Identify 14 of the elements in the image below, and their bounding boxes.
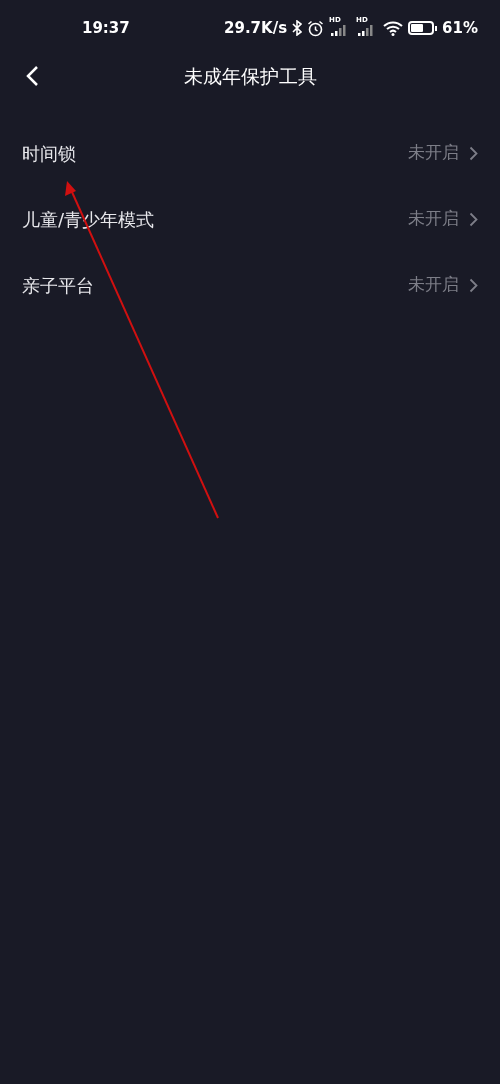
wifi-icon	[383, 20, 404, 36]
battery-icon	[408, 21, 438, 35]
network-speed: 29.7K/s	[224, 17, 288, 39]
chevron-right-icon	[469, 277, 478, 293]
chevron-right-icon	[469, 211, 478, 227]
settings-row[interactable]: 亲子平台 未开启	[0, 252, 500, 318]
back-icon	[25, 65, 39, 87]
settings-row[interactable]: 时间锁 未开启	[0, 120, 500, 186]
bluetooth-icon	[292, 20, 303, 36]
chevron-right-icon	[469, 145, 478, 161]
page-title: 未成年保护工具	[183, 63, 317, 89]
clock: 19:37	[82, 17, 131, 39]
battery-percent: 61%	[442, 17, 478, 39]
alarm-icon	[307, 19, 325, 37]
